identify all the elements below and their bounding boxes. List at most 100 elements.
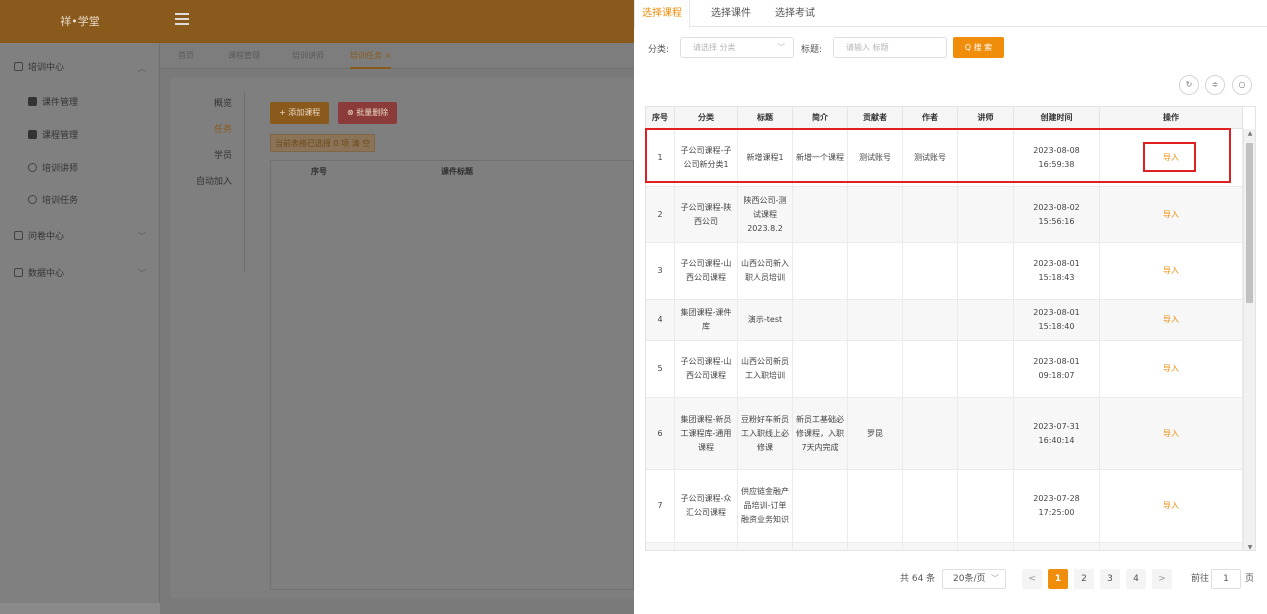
sidebar-item-training-tasks[interactable]: 培训任务	[28, 191, 78, 211]
import-button[interactable]: 导入	[1103, 313, 1239, 327]
tab-home[interactable]: 首页	[178, 43, 194, 69]
cell-intro: 新员工基础必修课程，入职7天内完成	[793, 398, 848, 469]
prev-page-button[interactable]: <	[1022, 569, 1042, 589]
table-header-contributor: 贡献者	[848, 107, 903, 129]
cell-lecturer	[958, 300, 1014, 340]
vtab-overview[interactable]: 概览	[214, 96, 232, 109]
cell-title-text: 山西公司新员工入职培训	[741, 357, 789, 380]
cell-title: 豆粉好车新员工入职线上必修课	[738, 398, 793, 469]
title-input[interactable]: 请输入 标题	[833, 37, 947, 58]
tab-lecturers[interactable]: 培训讲师	[292, 43, 324, 69]
cell-category-text: 子公司课程-子公司新分类1	[680, 145, 732, 169]
cell-lecturer	[958, 243, 1014, 299]
page-size-select[interactable]: 20条/页 ﹀	[942, 569, 1006, 589]
cell-no-text: 2	[657, 209, 663, 219]
tab-select-course[interactable]: 选择课程	[634, 0, 690, 28]
scroll-up-icon[interactable]: ▲	[1244, 130, 1255, 137]
divider	[244, 92, 245, 272]
cell-contributor	[848, 187, 903, 242]
table-header-lecturer: 讲师	[958, 107, 1014, 129]
cell-category-text: 集团课程-课件库	[680, 308, 732, 331]
import-button[interactable]: 导入	[1103, 362, 1239, 376]
cell-title: 新增课程1	[738, 129, 793, 186]
import-button[interactable]: 导入	[1103, 499, 1239, 513]
cell-created-text: 2023-07-31 16:40:14	[1033, 421, 1080, 445]
cell-contributor	[848, 470, 903, 542]
cell-created-text: 2023-08-01 15:18:43	[1033, 259, 1080, 282]
sidebar-item-data-center[interactable]: 数据中心	[14, 264, 64, 284]
page-button-1[interactable]: 1	[1048, 569, 1068, 589]
tab-select-courseware[interactable]: 选择课件	[704, 0, 758, 27]
cell-created-text: 2023-07-28 17:25:00	[1033, 494, 1080, 517]
sidebar-item-lecturers[interactable]: 培训讲师	[28, 159, 78, 179]
refresh-icon[interactable]: ↻	[1179, 75, 1199, 95]
import-button[interactable]: 导入	[1103, 151, 1239, 165]
batch-delete-button[interactable]: ⊗ 批量删除	[338, 102, 398, 124]
sidebar-item-survey-center[interactable]: 问卷中心	[14, 227, 64, 247]
cell-author	[903, 187, 958, 242]
table-scrollbar[interactable]: ▲ ▼	[1243, 129, 1255, 550]
cell-created: 2023-08-08 16:59:38	[1014, 129, 1100, 186]
sidebar-item-course-management[interactable]: 课程管理	[28, 126, 78, 146]
table-header-intro: 简介	[793, 107, 848, 129]
add-course-button[interactable]: + 添加课程	[270, 102, 330, 124]
cell-title-text: 豆粉好车新员工入职线上必修课	[741, 414, 789, 452]
cell-created: 2023-08-02 15:56:16	[1014, 187, 1100, 242]
cell-contributor-text: 罗昆	[867, 428, 883, 438]
tab-select-exam[interactable]: 选择考试	[768, 0, 822, 27]
next-page-button[interactable]: >	[1152, 569, 1172, 589]
search-icon[interactable]: ○	[1232, 75, 1252, 95]
sidebar-item-training-center[interactable]: 培训中心	[14, 58, 64, 78]
cell-category: 子公司课程-众汇公司课程	[675, 470, 738, 542]
import-button[interactable]: 导入	[1103, 427, 1239, 441]
cell-no-text: 5	[657, 364, 663, 373]
menu-toggle-icon[interactable]	[175, 13, 189, 25]
search-button[interactable]: Q 搜 索	[953, 37, 1004, 58]
page-button-3[interactable]: 3	[1100, 569, 1120, 589]
cell-category: 子公司课程-山西公司课程	[675, 341, 738, 397]
cell-action: 导入	[1100, 243, 1243, 299]
goto-page-input[interactable]: 1	[1211, 569, 1241, 589]
cell-author	[903, 300, 958, 340]
cell-created: 2023-08-01 15:18:43	[1014, 243, 1100, 299]
cell-author	[903, 398, 958, 469]
tab-training-tasks[interactable]: 培训任务 ×	[350, 43, 392, 69]
sidebar-item-courseware[interactable]: 课件管理	[28, 93, 78, 113]
cell-intro	[793, 470, 848, 542]
cell-category-text: 子公司课程-山西公司课程	[680, 357, 732, 380]
cell-title: 陕西公司-测试课程2023.8.2	[738, 187, 793, 242]
import-button[interactable]: 导入	[1103, 208, 1239, 222]
cell-no-text: 1	[657, 152, 663, 162]
vtab-auto-join[interactable]: 自动加入	[196, 174, 232, 187]
chevron-down-icon: ﹀	[777, 43, 785, 52]
page-button-2[interactable]: 2	[1074, 569, 1094, 589]
vtab-tasks[interactable]: 任务	[214, 122, 232, 135]
cell-action	[1100, 543, 1243, 550]
category-select[interactable]: 请选择 分类 ﹀	[680, 37, 794, 58]
cell-title: 演示-test	[738, 300, 793, 340]
cell-created: 2023-07-28 17:25:00	[1014, 470, 1100, 542]
courseware-icon	[28, 97, 37, 106]
task-table: 序号 课件标题	[270, 160, 634, 590]
scroll-down-icon[interactable]: ▼	[1244, 544, 1255, 550]
sidebar-scrollbar[interactable]	[0, 603, 160, 614]
scroll-thumb[interactable]	[1246, 143, 1253, 303]
sidebar: 培训中心 ︿ 课件管理 课程管理 培训讲师 培训任务 问卷中心 ﹀ 数据中心 ﹀	[0, 43, 160, 614]
table-header-title: 标题	[738, 107, 793, 129]
cell-intro	[793, 543, 848, 550]
page-tabs: 首页 课程管理 培训讲师 培训任务 ×	[160, 43, 634, 69]
cell-intro-text: 新员工基础必修课程，入职7天内完成	[796, 414, 844, 452]
tab-course-management[interactable]: 课程管理	[228, 43, 260, 69]
cell-no: 6	[646, 398, 675, 469]
cell-category: 子公司课程-子公司新分类1	[675, 129, 738, 186]
cell-lecturer	[958, 470, 1014, 542]
import-button[interactable]: 导入	[1103, 264, 1239, 278]
cell-title-text: 陕西公司-测试课程2023.8.2	[743, 195, 787, 233]
vtab-students[interactable]: 学员	[214, 148, 232, 161]
table-header-action: 操作	[1100, 107, 1243, 129]
cell-title: 山西公司新入职人员培训	[738, 243, 793, 299]
chevron-down-icon: ﹀	[138, 269, 146, 278]
column-settings-icon[interactable]: ≑	[1205, 75, 1225, 95]
page-button-4[interactable]: 4	[1126, 569, 1146, 589]
table-row: 6 集团课程-新员工课程库-通用课程 豆粉好车新员工入职线上必修课 新员工基础必修课程…	[646, 398, 1243, 470]
